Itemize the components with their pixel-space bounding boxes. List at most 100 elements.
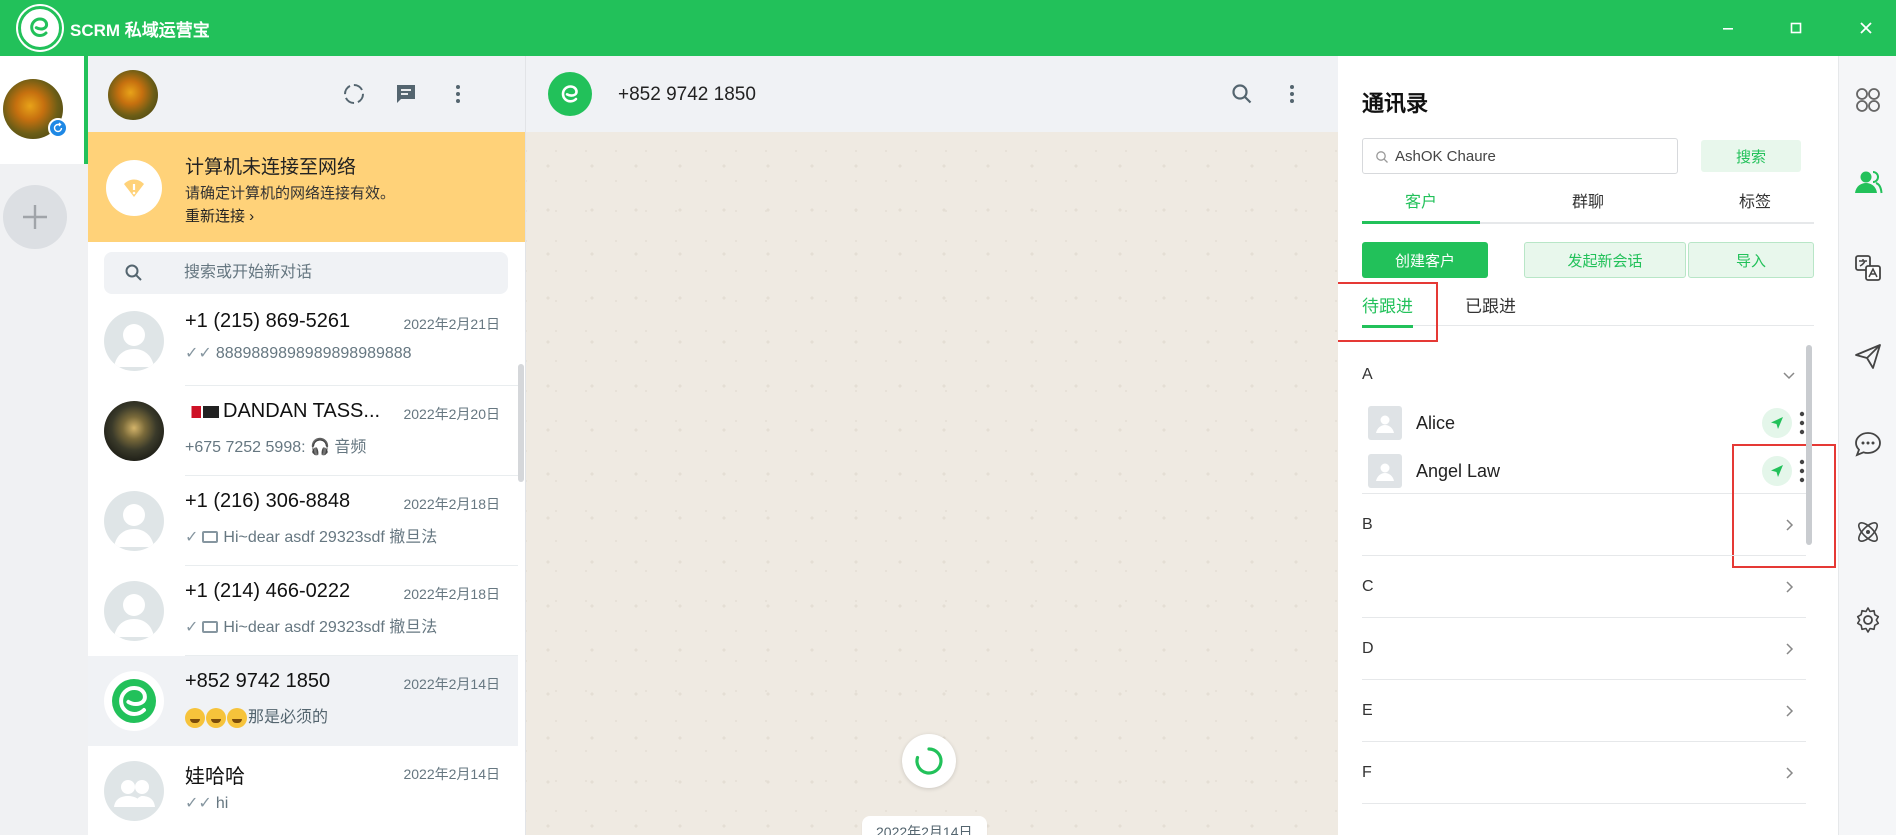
title-bar: SCRM 私域运营宝 xyxy=(0,0,1896,56)
contacts-icon[interactable] xyxy=(1839,154,1896,210)
add-account-button[interactable] xyxy=(3,185,67,249)
contacts-search-button[interactable]: 搜索 xyxy=(1701,140,1801,172)
default-avatar-icon xyxy=(104,581,164,641)
chat-item[interactable]: DANDAN TASS... 2022年2月20日 +675 7252 5998… xyxy=(88,386,518,476)
chat-name: +1 (214) 466-0222 xyxy=(185,580,351,602)
contact-avatar-icon xyxy=(1368,454,1402,488)
offline-subtitle: 请确定计算机的网络连接有效。 xyxy=(185,185,396,202)
contact-group-c[interactable]: C xyxy=(1362,556,1806,618)
send-icon[interactable] xyxy=(1839,328,1896,384)
account-rail xyxy=(0,56,88,835)
maximize-button[interactable] xyxy=(1778,10,1814,46)
group-letter: F xyxy=(1362,764,1372,781)
send-message-icon[interactable] xyxy=(1762,408,1792,438)
chat-search-box xyxy=(104,252,508,294)
app-logo-icon xyxy=(18,6,62,50)
grin-emoji-icon xyxy=(227,707,247,728)
chat-item[interactable]: +1 (214) 466-0222 2022年2月18日 ✓ Hi~dear as… xyxy=(88,566,518,656)
chat-bubble-icon[interactable] xyxy=(1839,416,1896,472)
chevron-down-icon[interactable] xyxy=(1782,368,1796,382)
chevron-right-icon[interactable] xyxy=(1782,580,1796,594)
search-icon xyxy=(125,264,142,281)
chat-preview: ✓✓ 8889889898989898989888 xyxy=(185,345,412,362)
new-chat-button[interactable]: 发起新会话 xyxy=(1524,242,1686,278)
chevron-right-icon[interactable] xyxy=(1782,704,1796,718)
chat-name: +1 (216) 306-8848 xyxy=(185,490,351,512)
contact-group-d[interactable]: D xyxy=(1362,618,1806,680)
minimize-button[interactable] xyxy=(1710,10,1746,46)
contact-avatar-icon xyxy=(1368,406,1402,440)
chat-date: 2022年2月14日 xyxy=(403,676,500,692)
chevron-right-icon[interactable] xyxy=(1782,642,1796,656)
chat-item[interactable]: +1 (215) 869-5261 2022年2月21日 ✓✓ 888988989… xyxy=(88,304,518,386)
create-customer-button[interactable]: 创建客户 xyxy=(1362,242,1488,278)
chat-list-panel: 计算机未连接至网络 请确定计算机的网络连接有效。 重新连接 › +1 (215)… xyxy=(88,56,526,835)
settings-icon[interactable] xyxy=(1839,592,1896,648)
chat-list-scrollbar[interactable] xyxy=(518,364,524,482)
contact-group-e[interactable]: E xyxy=(1362,680,1806,742)
tab-groups[interactable]: 群聊 xyxy=(1529,178,1647,222)
status-icon[interactable] xyxy=(340,80,368,108)
chat-name: +852 9742 1850 xyxy=(185,670,331,692)
chat-date: 2022年2月18日 xyxy=(403,586,500,602)
my-avatar[interactable] xyxy=(108,70,158,120)
new-chat-icon[interactable] xyxy=(392,80,420,108)
account-item[interactable] xyxy=(0,56,88,164)
chat-date: 2022年2月20日 xyxy=(403,406,500,422)
chat-contact-name: +852 9742 1850 xyxy=(618,84,756,105)
chevron-right-icon[interactable] xyxy=(1782,766,1796,780)
chat-item[interactable]: +1 (216) 306-8848 2022年2月18日 ✓ Hi~dear as… xyxy=(88,476,518,566)
chat-contact-avatar[interactable] xyxy=(548,72,592,116)
contacts-scrollbar[interactable] xyxy=(1806,345,1812,545)
menu-icon[interactable] xyxy=(444,80,472,108)
read-ticks-icon: ✓✓ xyxy=(185,795,212,812)
chat-header: +852 9742 1850 xyxy=(526,56,1338,132)
translate-icon[interactable] xyxy=(1839,240,1896,296)
grin-emoji-icon xyxy=(206,707,226,728)
contact-list: A Alice Angel Law B C D E F xyxy=(1362,344,1836,835)
chat-search-input[interactable] xyxy=(184,252,484,294)
chevron-right-icon[interactable] xyxy=(1782,518,1796,532)
chat-date: 2022年2月14日 xyxy=(403,766,500,782)
plus-icon xyxy=(23,205,47,229)
chat-area: +852 9742 1850 2022年2月14日 xyxy=(526,56,1338,835)
chat-date: 2022年2月18日 xyxy=(403,496,500,512)
subtab-followed[interactable]: 已跟进 xyxy=(1465,292,1516,325)
chat-preview: ✓ Hi~dear asdf 29323sdf 撤旦法 xyxy=(185,619,438,636)
chat-item-active[interactable]: +852 9742 1850 2022年2月14日 那是必须的 xyxy=(88,656,518,746)
contact-group-f[interactable]: F xyxy=(1362,742,1806,804)
apps-icon[interactable] xyxy=(1839,72,1896,128)
atom-icon[interactable] xyxy=(1839,504,1896,560)
loading-spinner-icon xyxy=(902,734,956,788)
chat-preview: ✓ Hi~dear asdf 29323sdf 撤旦法 xyxy=(185,529,438,546)
tab-customers[interactable]: 客户 xyxy=(1362,178,1480,224)
chat-name: +1 (215) 869-5261 xyxy=(185,310,351,332)
contact-group-b[interactable]: B xyxy=(1362,494,1806,556)
brand-avatar-icon xyxy=(104,671,164,731)
chat-date: 2022年2月21日 xyxy=(403,316,500,332)
chat-menu-icon[interactable] xyxy=(1278,80,1306,108)
close-button[interactable] xyxy=(1848,10,1884,46)
import-button[interactable]: 导入 xyxy=(1688,242,1814,278)
contact-name: Alice xyxy=(1416,413,1456,433)
tab-tags[interactable]: 标签 xyxy=(1696,178,1814,222)
offline-banner: 计算机未连接至网络 请确定计算机的网络连接有效。 重新连接 › xyxy=(88,132,525,242)
grin-emoji-icon xyxy=(185,707,205,728)
sent-tick-icon: ✓ xyxy=(185,529,199,546)
highlight-box xyxy=(1338,282,1438,342)
chat-search-icon[interactable] xyxy=(1228,80,1256,108)
group-letter: E xyxy=(1362,702,1373,719)
date-chip: 2022年2月14日 xyxy=(862,816,987,835)
group-letter: A xyxy=(1362,366,1373,383)
reconnect-link[interactable]: 重新连接 › xyxy=(185,205,254,226)
group-letter: C xyxy=(1362,578,1374,595)
chat-item[interactable]: 娃哈哈 2022年2月14日 ✓✓ hi xyxy=(88,746,518,835)
contact-item[interactable]: Alice xyxy=(1362,400,1806,446)
group-letter: B xyxy=(1362,516,1373,533)
contacts-search-input[interactable] xyxy=(1395,139,1665,173)
camera-icon xyxy=(202,621,219,633)
contacts-tabs: 客户 群聊 标签 xyxy=(1362,178,1814,224)
group-photo-avatar xyxy=(104,401,164,461)
group-avatar-icon xyxy=(104,761,164,821)
offline-title: 计算机未连接至网络 xyxy=(185,157,357,178)
